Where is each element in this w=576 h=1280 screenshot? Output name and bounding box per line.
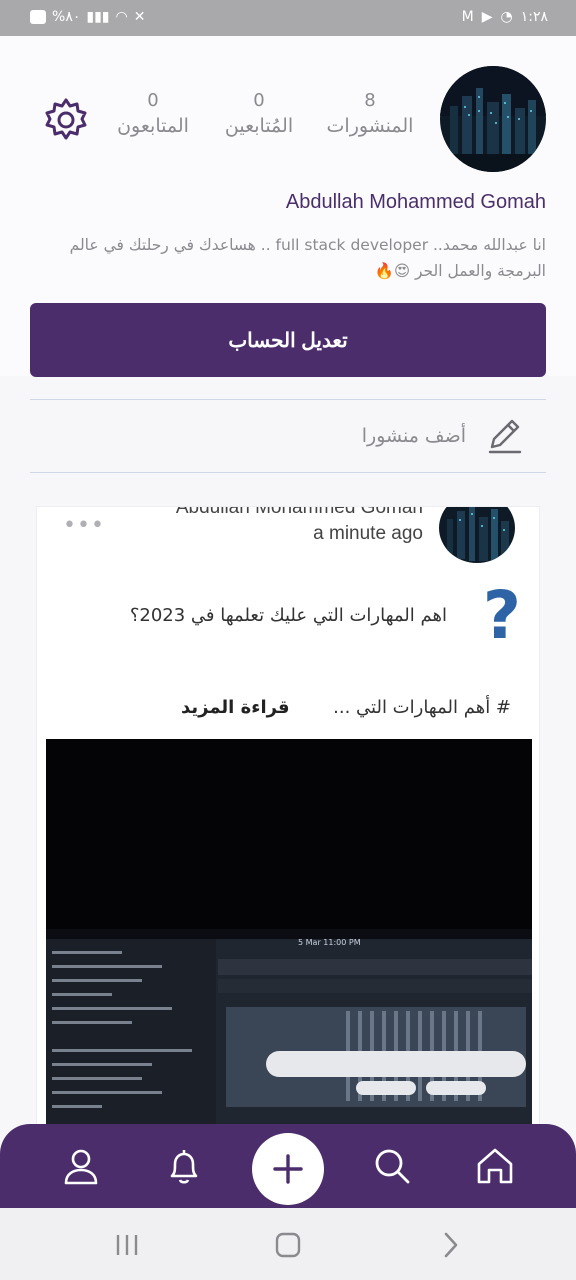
more-options-icon[interactable]: ••• bbox=[63, 513, 105, 538]
gear-icon[interactable] bbox=[42, 96, 90, 144]
user-icon[interactable] bbox=[61, 1146, 101, 1186]
back-icon[interactable] bbox=[436, 1230, 466, 1260]
whatsapp-icon: ◔ bbox=[500, 9, 513, 25]
bell-icon[interactable] bbox=[164, 1146, 204, 1186]
stat-followers-value: 0 bbox=[253, 90, 265, 111]
profile-bio: انا عبدالله محمد.. full stack developer … bbox=[69, 236, 546, 280]
post-card[interactable]: Abdullah Mohammed Gomah a minute ago •••… bbox=[36, 506, 540, 1126]
question-mark-icon: ? bbox=[482, 577, 521, 654]
add-button[interactable] bbox=[252, 1133, 324, 1205]
stat-following-label: المتابعون bbox=[117, 115, 189, 137]
status-left: %٨٠ ▮▮▮ ◠ ✕ bbox=[30, 8, 145, 26]
wifi-icon: ◠ bbox=[115, 9, 128, 25]
edit-profile-button[interactable]: تعديل الحساب bbox=[30, 303, 546, 377]
clock: ١:٢٨ bbox=[520, 9, 548, 25]
stat-posts-value: 8 bbox=[364, 90, 376, 111]
image-caption: 5 Mar 11:00 PM bbox=[298, 938, 361, 947]
stat-posts-label: المنشورات bbox=[326, 115, 414, 137]
post-time: a minute ago bbox=[313, 523, 423, 544]
stat-following[interactable]: 0 المتابعون bbox=[106, 90, 200, 137]
pencil-icon bbox=[488, 419, 522, 454]
post-image[interactable]: 5 Mar 11:00 PM bbox=[46, 739, 532, 1125]
post-author-avatar[interactable] bbox=[439, 507, 515, 563]
status-bar: %٨٠ ▮▮▮ ◠ ✕ M ▶ ◔ ١:٢٨ bbox=[0, 0, 576, 36]
profile-avatar[interactable] bbox=[440, 66, 546, 172]
post-author[interactable]: Abdullah Mohammed Gomah bbox=[176, 507, 423, 519]
stat-following-value: 0 bbox=[147, 90, 159, 111]
status-right: M ▶ ◔ ١:٢٨ bbox=[462, 8, 548, 26]
recent-apps-icon[interactable] bbox=[112, 1230, 142, 1260]
search-icon[interactable] bbox=[372, 1146, 412, 1186]
post-preview: # أهم المهارات التي ... bbox=[333, 697, 511, 718]
mute-icon: ✕ bbox=[133, 9, 146, 25]
home-icon[interactable] bbox=[475, 1146, 515, 1186]
stat-followers-label: المُتابعين bbox=[224, 115, 294, 137]
battery-percent: %٨٠ bbox=[52, 9, 81, 25]
add-post-placeholder: أضف منشورا bbox=[361, 425, 466, 447]
gmail-icon: M bbox=[461, 9, 474, 25]
battery-icon bbox=[30, 10, 46, 24]
stat-posts[interactable]: 8 المنشورات bbox=[318, 90, 422, 137]
home-button-icon[interactable] bbox=[273, 1230, 303, 1260]
signal-icon: ▮▮▮ bbox=[86, 9, 110, 25]
profile-name: Abdullah Mohammed Gomah bbox=[285, 191, 546, 213]
stat-followers[interactable]: 0 المُتابعين bbox=[214, 90, 304, 137]
plus-icon bbox=[273, 1154, 303, 1184]
youtube-icon: ▶ bbox=[481, 9, 493, 25]
divider-bottom bbox=[30, 472, 546, 473]
add-post-composer[interactable]: أضف منشورا bbox=[30, 400, 546, 472]
post-title[interactable]: اهم المهارات التي عليك تعلمها في 2023؟ bbox=[130, 605, 447, 626]
system-nav-bar bbox=[0, 1208, 576, 1280]
read-more-link[interactable]: قراءة المزيد bbox=[181, 697, 290, 718]
